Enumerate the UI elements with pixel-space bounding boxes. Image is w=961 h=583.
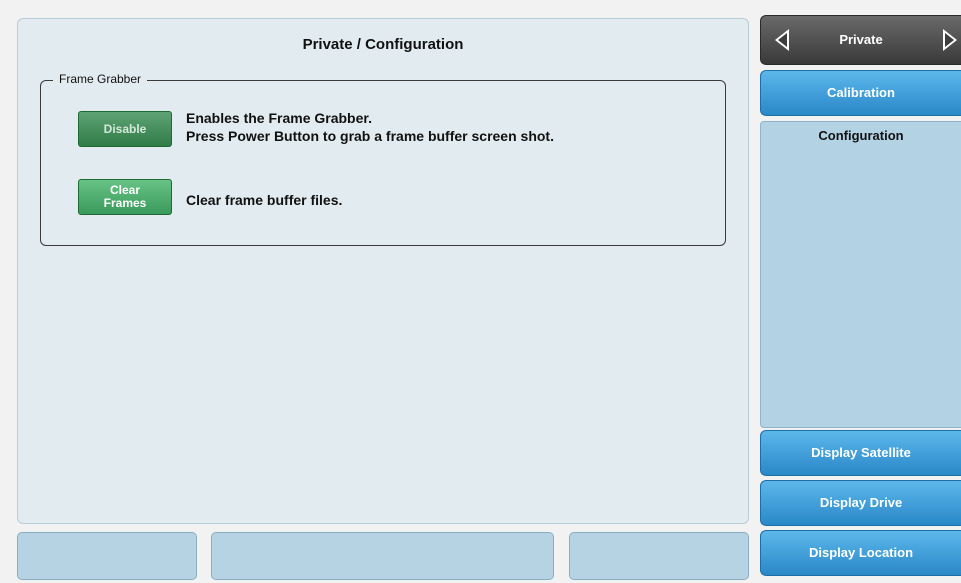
clear-frames-description: Clear frame buffer files. — [186, 192, 343, 208]
clear-frames-label-line2: Frames — [103, 196, 147, 210]
sidebar-list: Configuration — [760, 121, 961, 428]
frame-grabber-legend: Frame Grabber — [53, 72, 148, 86]
private-nav: Private — [760, 15, 961, 65]
main-panel: Private / Configuration Frame Grabber Di… — [17, 18, 749, 524]
disable-button[interactable]: Disable — [78, 111, 172, 147]
disable-description-line1: Enables the Frame Grabber. — [186, 110, 372, 126]
display-drive-button[interactable]: Display Drive — [760, 480, 961, 526]
sidebar-item-configuration[interactable]: Configuration — [761, 128, 961, 143]
display-satellite-button[interactable]: Display Satellite — [760, 430, 961, 476]
display-location-button[interactable]: Display Location — [760, 530, 961, 576]
calibration-button[interactable]: Calibration — [760, 70, 961, 116]
frame-grabber-group: Frame Grabber Disable Enables the Frame … — [40, 72, 726, 246]
disable-description-line2: Press Power Button to grab a frame buffe… — [186, 128, 554, 144]
softkey-1[interactable] — [17, 532, 197, 580]
disable-button-label: Disable — [103, 121, 147, 136]
clear-frames-button[interactable]: Clear Frames — [78, 179, 172, 215]
arrow-right-icon[interactable] — [943, 29, 957, 51]
page-title: Private / Configuration — [302, 36, 464, 53]
softkey-3[interactable] — [569, 532, 749, 580]
private-nav-label: Private — [839, 32, 883, 47]
softkey-2[interactable] — [211, 532, 554, 580]
disable-description: Enables the Frame Grabber. Press Power B… — [186, 109, 554, 145]
